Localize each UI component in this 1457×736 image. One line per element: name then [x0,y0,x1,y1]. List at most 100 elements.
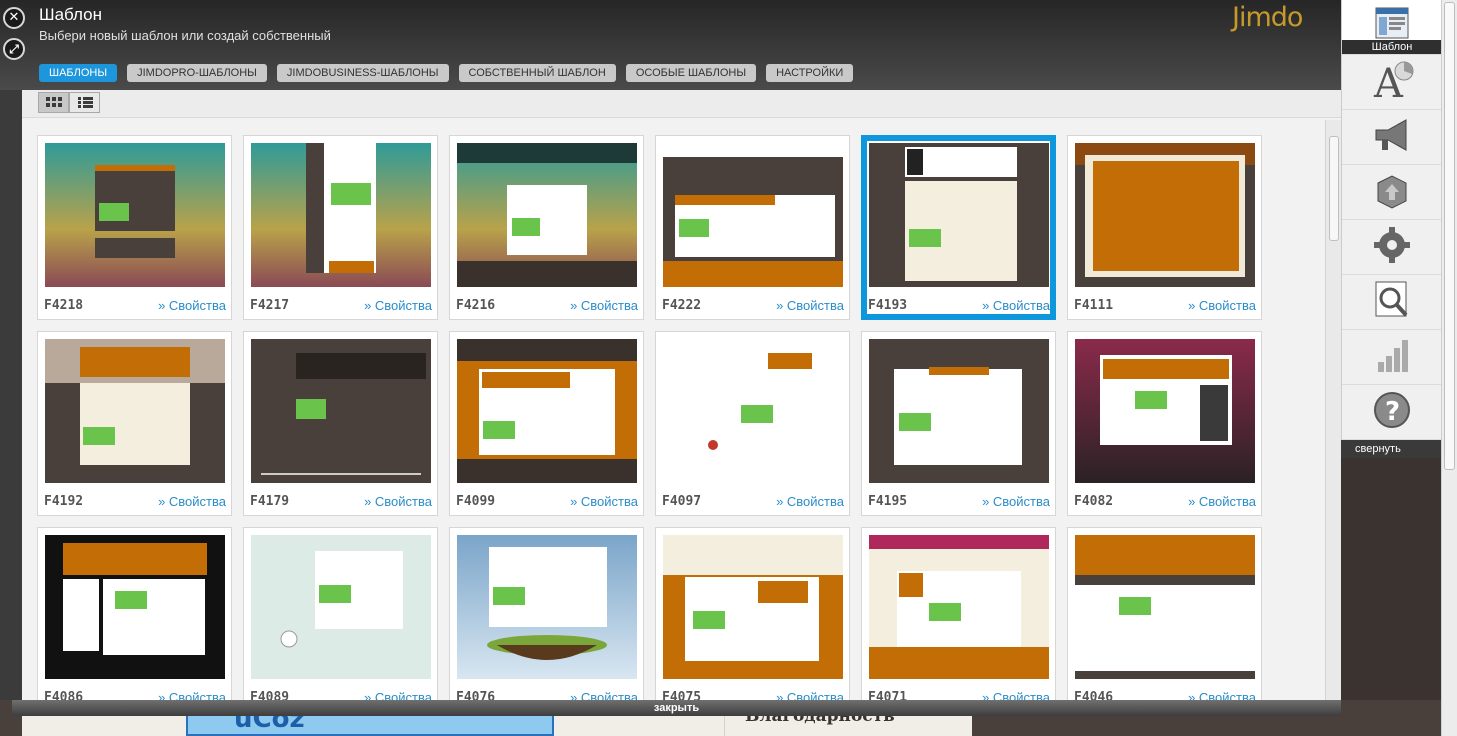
template-properties-link[interactable]: » Свойства [1188,494,1256,509]
template-properties-link[interactable]: » Свойства [776,690,844,700]
template-code: F4193 [868,298,908,313]
tab-templates[interactable]: ШАБЛОНЫ [39,64,118,82]
template-properties-link[interactable]: » Свойства [570,494,638,509]
collapse-button[interactable]: свернуть [1341,440,1441,458]
sidebar-item-upload[interactable] [1342,165,1442,220]
template-card[interactable]: F4075 » Свойства [655,527,850,700]
template-properties-link[interactable]: » Свойства [158,298,226,313]
tab-own-template[interactable]: СОБСТВЕННЫЙ ШАБЛОН [458,64,616,82]
template-code: F4099 [456,494,496,509]
template-code: F4216 [456,298,496,313]
sidebar-item-template[interactable]: Шаблон [1342,0,1442,55]
sidebar-item-fonts[interactable]: A [1342,55,1442,110]
template-thumbnail[interactable] [663,339,843,483]
template-thumbnail[interactable] [457,143,637,287]
grid-scrollbar-thumb[interactable] [1329,136,1339,241]
template-card[interactable]: F4192 » Свойства [37,331,232,516]
template-thumbnail[interactable] [663,535,843,679]
tab-jimdobusiness-templates[interactable]: JIMDOBUSINESS-ШАБЛОНЫ [276,64,449,82]
svg-text:?: ? [1385,397,1400,427]
sidebar-item-seo[interactable] [1342,275,1442,330]
template-thumbnail[interactable] [1075,143,1255,287]
template-thumbnail[interactable] [1075,535,1255,679]
template-thumbnail[interactable] [457,339,637,483]
template-properties-link[interactable]: » Свойства [364,494,432,509]
template-card[interactable]: F4216 » Свойства [449,135,644,320]
panel-header: ✕ ⤢ Шаблон Выбери новый шаблон или созда… [0,0,1341,90]
template-properties-link[interactable]: » Свойства [776,494,844,509]
tab-settings[interactable]: НАСТРОЙКИ [766,64,854,82]
template-card[interactable]: F4222 » Свойства [655,135,850,320]
template-card[interactable]: F4218 » Свойства [37,135,232,320]
tab-jimdopro-templates[interactable]: JIMDOPRO-ШАБЛОНЫ [127,64,267,82]
template-card[interactable]: F4089 » Свойства [243,527,438,700]
template-card[interactable]: F4111 » Свойства [1067,135,1262,320]
template-properties-link[interactable]: » Свойства [364,298,432,313]
template-properties-link[interactable]: » Свойства [364,690,432,700]
right-sidebar: Шаблон A ? [1341,0,1442,458]
template-thumbnail[interactable] [45,339,225,483]
template-properties-link[interactable]: » Свойства [982,494,1050,509]
template-thumbnail[interactable] [251,143,431,287]
template-card[interactable]: F4046 » Свойства [1067,527,1262,700]
template-card[interactable]: F4217 » Свойства [243,135,438,320]
page-scrollbar[interactable] [1441,0,1457,736]
sidebar-item-label: Шаблон [1342,40,1442,54]
template-properties-link[interactable]: » Свойства [158,690,226,700]
page-scrollbar-thumb[interactable] [1444,2,1455,470]
template-code: F4222 [662,298,702,313]
tab-bar: ШАБЛОНЫ JIMDOPRO-ШАБЛОНЫ JIMDOBUSINESS-Ш… [39,64,854,82]
template-card[interactable]: F4195 » Свойства [861,331,1056,516]
template-properties-link[interactable]: » Свойства [158,494,226,509]
template-card[interactable]: F4071 » Свойства [861,527,1056,700]
sidebar-item-help[interactable]: ? [1342,385,1442,440]
template-properties-link[interactable]: » Свойства [1188,690,1256,700]
list-view-button[interactable] [69,92,100,113]
page-title: Шаблон [39,5,102,24]
expand-icon[interactable]: ⤢ [3,38,25,60]
template-code: F4075 [662,690,702,700]
template-properties-link[interactable]: » Свойства [982,298,1050,313]
magnifier-page-icon [1375,281,1408,317]
template-card[interactable]: F4076 » Свойства [449,527,644,700]
template-code: F4217 [250,298,290,313]
template-card[interactable]: F4082 » Свойства [1067,331,1262,516]
collapse-label: свернуть [1355,443,1401,455]
template-properties-link[interactable]: » Свойства [776,298,844,313]
template-card[interactable]: F4097 » Свойства [655,331,850,516]
grid-icon [46,97,62,107]
template-panel: ✕ ⤢ Шаблон Выбери новый шаблон или созда… [0,0,1341,700]
template-thumbnail[interactable] [251,535,431,679]
template-properties-link[interactable]: » Свойства [1188,298,1256,313]
template-thumbnail[interactable] [45,143,225,287]
template-code: F4076 [456,690,496,700]
template-card[interactable]: F4179 » Свойства [243,331,438,516]
template-code: F4111 [1074,298,1114,313]
template-card[interactable]: F4193 » Свойства [861,135,1056,320]
template-thumbnail[interactable] [869,535,1049,679]
grid-view-button[interactable] [38,92,69,113]
sidebar-item-settings[interactable] [1342,220,1442,275]
template-thumbnail[interactable] [45,535,225,679]
sidebar-item-statistics[interactable] [1342,330,1442,385]
template-card[interactable]: F4086 » Свойства [37,527,232,700]
sidebar-item-marketing[interactable] [1342,110,1442,165]
close-bar-button[interactable]: закрыть [12,700,1341,716]
tab-special-templates[interactable]: ОСОБЫЕ ШАБЛОНЫ [625,64,757,82]
list-icon [78,97,93,108]
template-properties-link[interactable]: » Свойства [570,690,638,700]
template-thumbnail[interactable] [457,535,637,679]
template-code: F4218 [44,298,84,313]
template-thumbnail[interactable] [663,143,843,287]
template-thumbnail[interactable] [869,143,1049,287]
grid-scrollbar[interactable] [1325,120,1341,700]
template-thumbnail[interactable] [1075,339,1255,483]
template-thumbnail[interactable] [869,339,1049,483]
close-icon[interactable]: ✕ [3,7,25,29]
template-thumbnail[interactable] [251,339,431,483]
template-properties-link[interactable]: » Свойства [982,690,1050,700]
box-upload-icon [1377,175,1407,209]
template-properties-link[interactable]: » Свойства [570,298,638,313]
template-card[interactable]: F4099 » Свойства [449,331,644,516]
template-code: F4046 [1074,690,1114,700]
